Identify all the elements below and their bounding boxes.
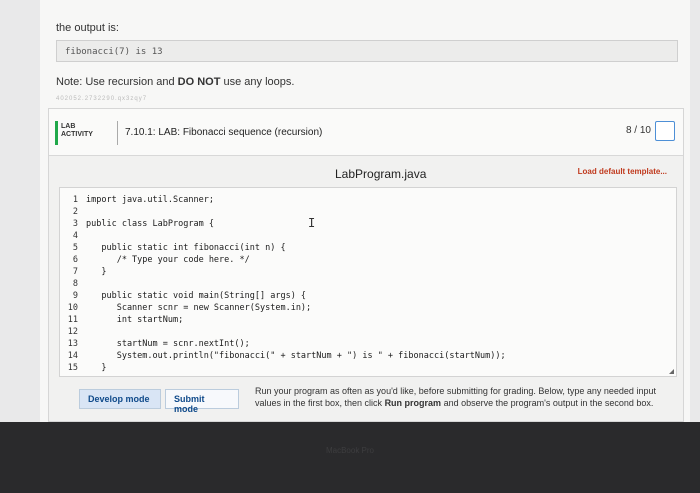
line-number: 8: [72, 279, 78, 289]
code-line[interactable]: [86, 278, 506, 290]
code-line[interactable]: int startNum;: [86, 314, 506, 326]
line-number: 1: [72, 195, 78, 205]
lab-badge: LAB ACTIVITY: [61, 123, 93, 139]
code-line[interactable]: [86, 326, 506, 338]
line-number: 15: [67, 363, 78, 373]
code-line[interactable]: public static void main(String[] args) {: [86, 290, 506, 302]
code-line[interactable]: public static int fibonacci(int n) {: [86, 242, 506, 254]
help-bold: Run program: [384, 398, 442, 408]
lab-badge-line2: ACTIVITY: [61, 131, 93, 138]
help-text: Run your program as often as you'd like,…: [255, 385, 675, 421]
score-text: 8 / 10: [625, 125, 651, 136]
note-text: Note: Use recursion and DO NOT use any l…: [56, 76, 294, 88]
line-number: 2: [72, 207, 78, 217]
line-number: 10: [67, 303, 78, 313]
note-suffix: use any loops.: [220, 76, 295, 88]
lab-header: LAB ACTIVITY 7.10.1: LAB: Fibonacci sequ…: [49, 109, 683, 156]
code-lines[interactable]: import java.util.Scanner; public class La…: [86, 194, 506, 374]
load-default-template-link[interactable]: Load default template...: [578, 167, 667, 176]
code-line[interactable]: startNum = scnr.nextInt();: [86, 338, 506, 350]
note-prefix: Note: Use recursion and: [56, 76, 178, 88]
output-label: the output is:: [56, 22, 119, 34]
text-cursor-icon: I: [308, 216, 316, 230]
code-line[interactable]: }: [86, 362, 506, 374]
line-number: 9: [72, 291, 78, 301]
code-editor[interactable]: 1 2 3 4 5 6 7 8 9 10 11 12 13 14 15 import java.util.S…: [59, 187, 677, 377]
code-line[interactable]: [86, 230, 506, 242]
lab-activity-card: LAB ACTIVITY 7.10.1: LAB: Fibonacci sequ…: [48, 108, 684, 422]
line-number: 5: [72, 243, 78, 253]
develop-mode-button[interactable]: Develop mode: [79, 389, 161, 409]
line-number: 6: [72, 255, 78, 265]
code-line[interactable]: [86, 206, 506, 218]
file-name: LabProgram.java: [335, 167, 427, 181]
editor-toolbar: LabProgram.java Load default template...: [59, 159, 675, 187]
note-bold: DO NOT: [177, 76, 221, 88]
activity-id: 402052.2732290.qx3zqy7: [56, 96, 148, 102]
resize-handle-icon[interactable]: [669, 369, 674, 374]
code-line[interactable]: public class LabProgram {: [86, 218, 506, 230]
help-part2: and observe the program's output in the …: [441, 398, 654, 408]
line-number: 7: [72, 267, 78, 277]
line-number: 4: [72, 231, 78, 241]
line-number: 13: [67, 339, 78, 349]
submit-mode-button[interactable]: Submit mode: [165, 389, 239, 414]
expected-output-box: fibonacci(7) is 13: [56, 40, 678, 62]
line-number: 3: [72, 219, 78, 229]
line-number: 12: [67, 327, 78, 337]
screen: the output is: fibonacci(7) is 13 Note: …: [0, 0, 700, 422]
score-checkbox-icon: [655, 121, 675, 141]
lab-badge-line1: LAB: [61, 123, 76, 130]
page-content: the output is: fibonacci(7) is 13 Note: …: [40, 0, 690, 422]
line-number-gutter: 1 2 3 4 5 6 7 8 9 10 11 12 13 14 15: [60, 194, 82, 374]
line-number: 14: [67, 351, 78, 361]
code-line[interactable]: System.out.println("fibonacci(" + startN…: [86, 350, 506, 362]
laptop-bezel-label: MacBook Pro: [325, 446, 375, 455]
code-line[interactable]: import java.util.Scanner;: [86, 194, 506, 206]
lab-separator: [117, 121, 118, 145]
lab-title: 7.10.1: LAB: Fibonacci sequence (recursi…: [125, 127, 323, 138]
line-number: 11: [67, 315, 78, 325]
code-line[interactable]: }: [86, 266, 506, 278]
code-line[interactable]: /* Type your code here. */: [86, 254, 506, 266]
lab-stripe: [55, 121, 58, 145]
code-line[interactable]: Scanner scnr = new Scanner(System.in);: [86, 302, 506, 314]
